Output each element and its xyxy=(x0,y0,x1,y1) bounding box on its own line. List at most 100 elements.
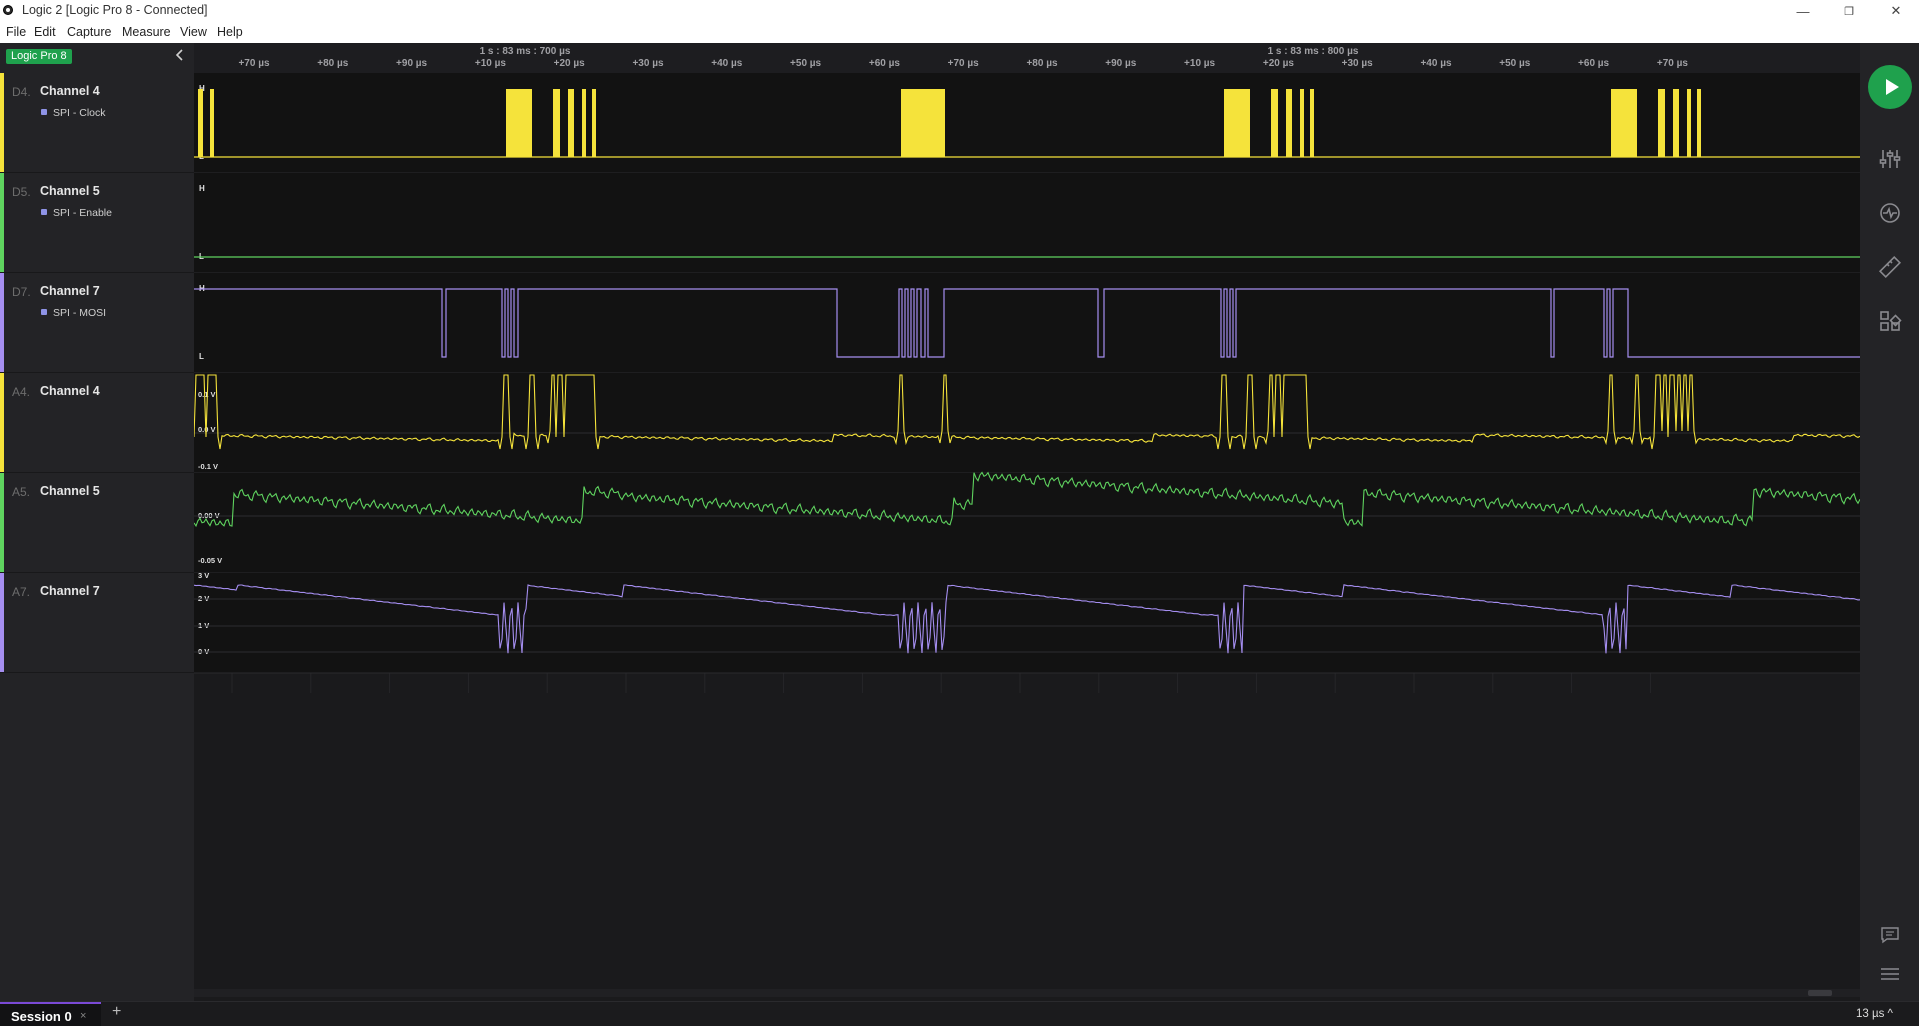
time-tick-label: +40 µs xyxy=(711,58,743,69)
clock-pulse xyxy=(582,89,586,157)
clock-pulse xyxy=(210,89,214,157)
analyzer-name: SPI - MOSI xyxy=(53,307,107,319)
clock-pulse xyxy=(506,89,532,157)
channel-id: D4. xyxy=(12,85,31,99)
clock-pulse xyxy=(1673,89,1679,157)
analyzer-name: SPI - Clock xyxy=(53,107,106,119)
time-tick-label: +30 µs xyxy=(632,58,664,69)
start-capture-button[interactable] xyxy=(1868,65,1912,109)
clock-pulse xyxy=(1697,89,1701,157)
menu-capture[interactable]: Capture xyxy=(67,25,111,39)
horizontal-scrollbar-thumb[interactable] xyxy=(1808,990,1832,996)
channel-name[interactable]: Channel 5 xyxy=(40,184,100,198)
level-high-label: H xyxy=(199,184,205,193)
time-tick-label: +20 µs xyxy=(554,58,586,69)
app-logo-icon xyxy=(3,5,13,15)
time-tick-label: +50 µs xyxy=(790,58,822,69)
analyzer-name: SPI - Enable xyxy=(53,207,112,219)
menu-help[interactable]: Help xyxy=(217,25,243,39)
analyzer-icon[interactable] xyxy=(1878,201,1902,225)
channel-lane xyxy=(194,473,1860,573)
scale-label: 3 V xyxy=(198,571,209,580)
channel-row-d5[interactable]: D5. Channel 5 SPI - Enable xyxy=(0,173,194,273)
channel-row-d7[interactable]: D7. Channel 7 SPI - MOSI xyxy=(0,273,194,373)
time-tick-label: +10 µs xyxy=(475,58,507,69)
time-tick-label: +20 µs xyxy=(1263,58,1295,69)
scale-label: -0.05 V xyxy=(198,556,222,565)
close-window-button[interactable]: ✕ xyxy=(1873,0,1919,22)
add-session-button[interactable]: + xyxy=(112,1003,121,1021)
title-bar: Logic 2 [Logic Pro 8 - Connected] — ❐ ✕ xyxy=(0,0,1919,22)
level-low-label: L xyxy=(199,352,204,361)
channel-sidebar: Logic Pro 8 D4. Channel 4 SPI - Clock D5. Ch… xyxy=(0,43,194,1001)
time-tick-label: +30 µs xyxy=(1342,58,1374,69)
channel-name[interactable]: Channel 7 xyxy=(40,584,100,598)
channel-color-bar xyxy=(0,373,4,472)
zoom-level[interactable]: 13 µs ^ xyxy=(1856,1008,1893,1020)
tab-session-0[interactable]: Session 0 × xyxy=(0,1002,101,1026)
channel-row-a4[interactable]: A4. Channel 4 xyxy=(0,373,194,473)
time-major-label: 1 s : 83 ms : 700 µs xyxy=(480,46,571,57)
channel-color-bar xyxy=(0,73,4,172)
waveform-view[interactable]: +70 µs +80 µs +90 µs +10 µs +20 µs +30 µs +40 … xyxy=(193,43,1861,1001)
time-tick-label: +80 µs xyxy=(317,58,349,69)
analyzer-dot-icon xyxy=(41,309,47,315)
right-toolbar xyxy=(1860,43,1919,1001)
channel-name[interactable]: Channel 5 xyxy=(40,484,100,498)
window-title: Logic 2 [Logic Pro 8 - Connected] xyxy=(22,3,208,17)
extensions-icon[interactable] xyxy=(1878,309,1902,333)
scale-label: -0.1 V xyxy=(198,462,218,471)
time-tick-label: +60 µs xyxy=(869,58,901,69)
menu-icon[interactable] xyxy=(1878,962,1902,986)
menu-view[interactable]: View xyxy=(180,25,207,39)
clock-pulse xyxy=(1271,89,1278,157)
menu-file[interactable]: File xyxy=(6,25,26,39)
time-tick-label: +90 µs xyxy=(1105,58,1137,69)
waveform-canvas[interactable]: +70 µs +80 µs +90 µs +10 µs +20 µs +30 µs +40 … xyxy=(193,43,1861,1001)
channel-name[interactable]: Channel 4 xyxy=(40,84,100,98)
clock-pulse xyxy=(1224,89,1250,157)
time-tick-label: +10 µs xyxy=(1184,58,1216,69)
channel-lane xyxy=(194,373,1860,473)
menu-measure[interactable]: Measure xyxy=(122,25,171,39)
status-bar: Session 0 × + 13 µs ^ xyxy=(0,1001,1919,1026)
close-icon[interactable]: × xyxy=(80,1010,86,1022)
channel-color-bar xyxy=(0,173,4,272)
minimize-button[interactable]: — xyxy=(1780,0,1826,22)
analyzer-dot-icon xyxy=(41,209,47,215)
sliders-icon[interactable] xyxy=(1878,147,1902,171)
chevron-left-icon[interactable] xyxy=(172,47,188,63)
restore-button[interactable]: ❐ xyxy=(1826,0,1872,22)
channel-lane xyxy=(194,173,1860,273)
menu-bar: File Edit Capture Measure View Help xyxy=(0,22,1919,43)
menu-edit[interactable]: Edit xyxy=(34,25,56,39)
channel-row-d4[interactable]: D4. Channel 4 SPI - Clock xyxy=(0,73,194,173)
channel-id: D7. xyxy=(12,285,31,299)
device-badge[interactable]: Logic Pro 8 xyxy=(6,49,72,64)
channel-row-a5[interactable]: A5. Channel 5 xyxy=(0,473,194,573)
clock-pulse xyxy=(1687,89,1691,157)
analyzer-dot-icon xyxy=(41,109,47,115)
time-tick-label: +50 µs xyxy=(1499,58,1531,69)
clock-pulse xyxy=(1658,89,1665,157)
channel-color-bar xyxy=(0,273,4,372)
time-major-label: 1 s : 83 ms : 800 µs xyxy=(1268,46,1359,57)
feedback-icon[interactable] xyxy=(1878,923,1902,947)
channel-name[interactable]: Channel 4 xyxy=(40,384,100,398)
channel-color-bar xyxy=(0,473,4,572)
time-tick-label: +90 µs xyxy=(396,58,428,69)
session-label: Session 0 xyxy=(11,1009,72,1024)
time-tick-label: +70 µs xyxy=(238,58,270,69)
horizontal-scrollbar-track xyxy=(194,989,1860,997)
analyzer-label: SPI - Clock xyxy=(41,107,106,119)
channel-id: A7. xyxy=(12,585,31,599)
clock-pulse xyxy=(198,89,203,157)
channel-name[interactable]: Channel 7 xyxy=(40,284,100,298)
clock-pulse xyxy=(553,89,560,157)
channel-row-a7[interactable]: A7. Channel 7 xyxy=(0,573,194,673)
channel-id: A5. xyxy=(12,485,31,499)
ruler-icon[interactable] xyxy=(1878,255,1902,279)
analyzer-label: SPI - MOSI xyxy=(41,307,106,319)
channel-id: A4. xyxy=(12,385,31,399)
time-tick-label: +60 µs xyxy=(1578,58,1610,69)
